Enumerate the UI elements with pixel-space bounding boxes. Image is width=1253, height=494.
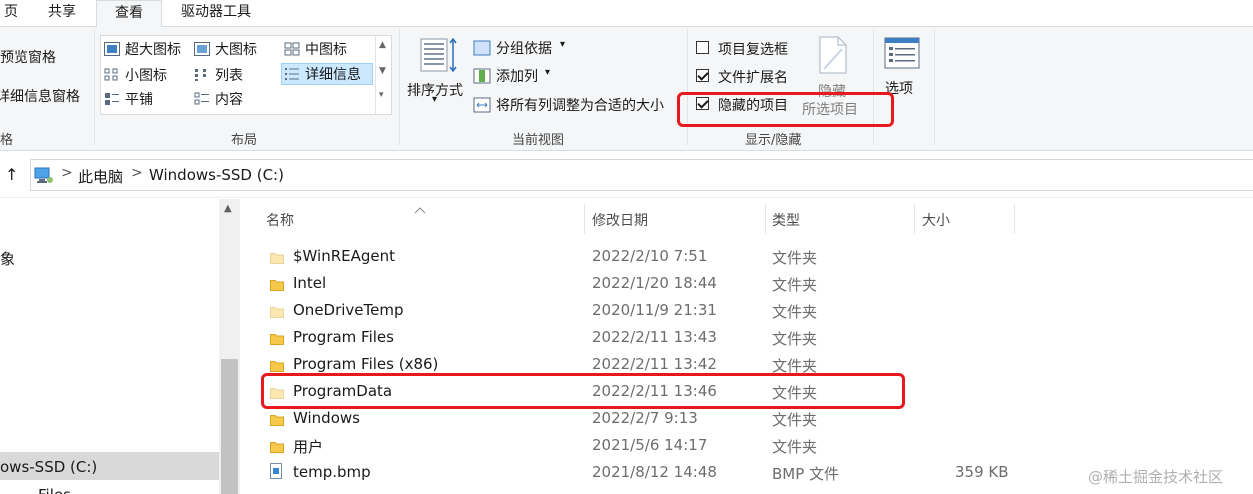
tab-home[interactable]: 页: [0, 0, 22, 27]
column-header-type[interactable]: 类型: [772, 210, 800, 230]
breadcrumb-chevron-icon[interactable]: >: [131, 165, 143, 181]
group-separator: [687, 29, 688, 145]
nav-item-drive-c[interactable]: ows-SSD (C:): [0, 458, 97, 476]
file-row[interactable]: $WinREAgent 2022/2/10 7:51 文件夹: [258, 243, 1018, 270]
group-separator: [399, 29, 400, 145]
file-row[interactable]: 用户 2021/5/6 14:17 文件夹: [258, 432, 1018, 459]
tab-share[interactable]: 共享: [30, 0, 94, 27]
options-button[interactable]: 选项: [879, 35, 927, 97]
breadcrumb-drive-c[interactable]: Windows-SSD (C:): [149, 166, 284, 184]
scroll-up-icon[interactable]: ▲: [224, 203, 232, 214]
layout-medium-icons[interactable]: 中图标: [284, 38, 347, 60]
folder-icon: [270, 438, 284, 453]
show-hide-group-label: 显示/隐藏: [745, 133, 802, 148]
folder-icon: [270, 303, 284, 318]
navigation-scrollbar[interactable]: ▲: [219, 199, 240, 494]
group-by-icon: [473, 40, 491, 60]
dropdown-arrow-icon: ▾: [545, 67, 551, 78]
dropdown-arrow-icon: ▾: [560, 39, 566, 50]
file-row[interactable]: Program Files 2022/2/11 13:43 文件夹: [258, 324, 1018, 351]
file-row[interactable]: Intel 2022/1/20 18:44 文件夹: [258, 270, 1018, 297]
medium-icons-icon: [284, 42, 300, 56]
nav-item-program-files[interactable]: Files: [38, 486, 71, 494]
size-all-columns-icon: [473, 97, 491, 117]
content-view-icon: [194, 92, 210, 106]
column-header-name[interactable]: 名称: [266, 210, 294, 230]
expand-gallery-icon[interactable]: ▾: [379, 90, 384, 100]
column-divider[interactable]: [1014, 204, 1015, 234]
folder-icon: [270, 357, 284, 372]
file-extensions-checkbox[interactable]: [696, 69, 709, 82]
details-view-icon: [284, 67, 300, 81]
layout-content[interactable]: 内容: [194, 88, 243, 110]
layout-large-icons[interactable]: 大图标: [194, 38, 257, 60]
ribbon: 预览窗格 详细信息窗格 格 超大图标 大图标 中图标 小图标 列表 详细信息 平…: [0, 27, 1253, 151]
dropdown-arrow-icon: ▾: [432, 94, 438, 105]
scroll-up-icon[interactable]: ▲: [379, 40, 386, 50]
layout-list[interactable]: 列表: [194, 64, 243, 86]
breadcrumb-this-pc[interactable]: 此电脑: [78, 166, 123, 187]
scrollbar-thumb[interactable]: [221, 359, 238, 494]
nav-item[interactable]: 象: [0, 248, 15, 269]
column-header-size[interactable]: 大小: [922, 210, 950, 230]
up-arrow-button[interactable]: ↑: [5, 165, 18, 184]
this-pc-icon: [32, 165, 54, 189]
sort-by-button[interactable]: 排序方式 ▾: [405, 33, 471, 109]
folder-icon: [270, 276, 284, 291]
large-icons-icon: [194, 42, 210, 56]
highlight-programdata-row: [261, 373, 905, 409]
file-row[interactable]: temp.bmp 2021/8/12 14:48 BMP 文件 359 KB: [258, 459, 1018, 486]
scroll-down-icon[interactable]: ▼: [379, 66, 386, 76]
watermark: @稀土掘金技术社区: [1088, 468, 1224, 486]
ribbon-tabs: 页 共享 查看 驱动器工具: [0, 0, 1253, 28]
navigation-pane: 象 ows-SSD (C:) Files: [0, 199, 219, 494]
layout-tiles[interactable]: 平铺: [104, 88, 153, 110]
preview-pane-button[interactable]: 预览窗格: [0, 47, 92, 69]
item-checkboxes-toggle[interactable]: 项目复选框: [696, 39, 806, 59]
bitmap-file-icon: [270, 463, 282, 479]
group-by-button[interactable]: 分组依据 ▾: [473, 38, 573, 58]
folder-icon: [270, 411, 284, 426]
address-bar: ↑ > 此电脑 > Windows-SSD (C:): [0, 152, 1253, 198]
tiles-icon: [104, 92, 120, 106]
details-pane-button[interactable]: 详细信息窗格: [0, 86, 92, 108]
current-view-group-label: 当前视图: [512, 133, 565, 148]
small-icons-icon: [104, 68, 120, 82]
sort-indicator-icon: [414, 199, 426, 218]
extra-large-icons-icon: [104, 42, 120, 56]
tab-view[interactable]: 查看: [96, 0, 162, 28]
size-all-columns-button[interactable]: 将所有列调整为合适的大小: [473, 95, 678, 115]
tab-drive-tools[interactable]: 驱动器工具: [164, 0, 268, 27]
add-column-button[interactable]: 添加列 ▾: [473, 66, 563, 86]
preview-pane-label: 预览窗格: [0, 50, 56, 66]
layout-group-label: 布局: [231, 133, 258, 148]
list-view-icon: [194, 68, 210, 82]
layout-gallery: 超大图标 大图标 中图标 小图标 列表 详细信息 平铺 内容 ▲ ▼ ▾: [100, 35, 392, 115]
details-pane-label: 详细信息窗格: [0, 89, 80, 105]
column-header-modified[interactable]: 修改日期: [592, 210, 648, 230]
column-divider[interactable]: [914, 204, 915, 234]
item-checkboxes-checkbox[interactable]: [696, 41, 709, 54]
file-extensions-toggle[interactable]: 文件扩展名: [696, 67, 806, 87]
sort-by-icon: [419, 35, 459, 79]
options-icon: [884, 37, 920, 73]
column-divider[interactable]: [584, 204, 585, 234]
file-row[interactable]: Windows 2022/2/7 9:13 文件夹: [258, 405, 1018, 432]
folder-icon: [270, 249, 284, 264]
folder-icon: [270, 330, 284, 345]
file-row[interactable]: OneDriveTemp 2020/11/9 21:31 文件夹: [258, 297, 1018, 324]
layout-extra-large-icons[interactable]: 超大图标: [104, 38, 181, 60]
layout-gallery-scroll[interactable]: ▲ ▼ ▾: [375, 36, 391, 114]
add-column-icon: [473, 68, 491, 88]
column-divider[interactable]: [765, 204, 766, 234]
breadcrumb-chevron-icon[interactable]: >: [61, 165, 73, 181]
group-separator: [873, 29, 874, 145]
hide-selected-icon: [818, 35, 848, 79]
group-separator: [94, 29, 95, 145]
pane-group-label: 格: [0, 133, 14, 148]
group-separator: [934, 29, 935, 145]
layout-small-icons[interactable]: 小图标: [104, 64, 167, 86]
highlight-hidden-items: [677, 92, 894, 127]
layout-details[interactable]: 详细信息: [281, 63, 373, 85]
